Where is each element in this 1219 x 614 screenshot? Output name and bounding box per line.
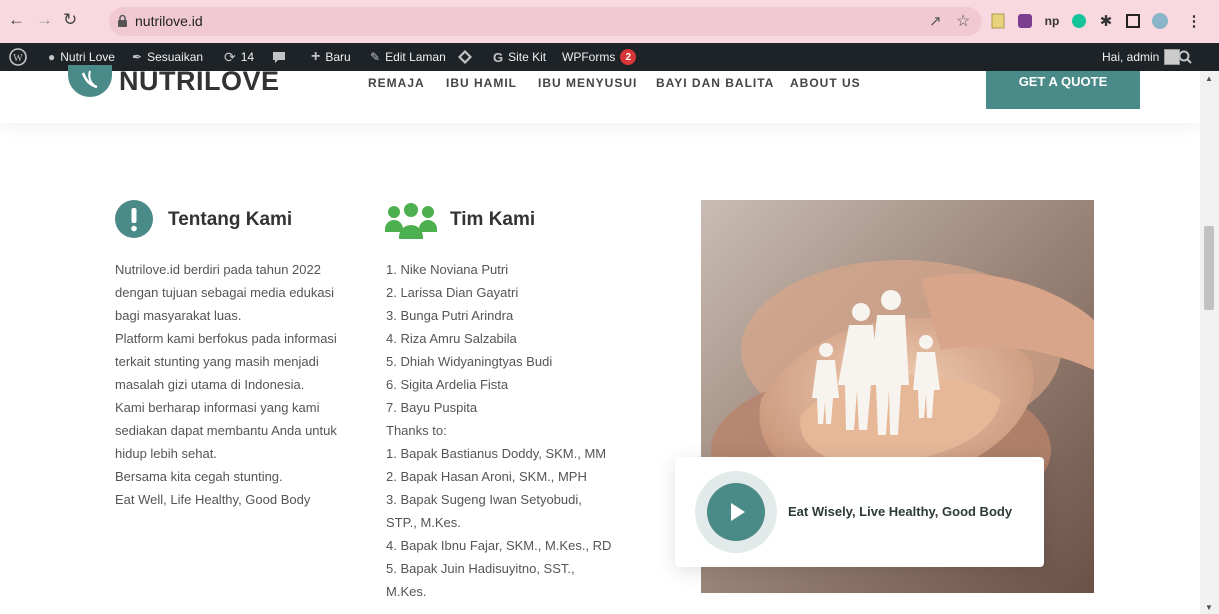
new-label: Baru xyxy=(325,50,351,64)
site-name-label: Nutri Love xyxy=(60,50,115,64)
greeting-label: Hai, admin xyxy=(1102,50,1160,64)
about-line: sediakan dapat membantu Anda untuk xyxy=(115,423,337,438)
team-line: Thanks to: xyxy=(386,423,447,438)
team-group-icon xyxy=(385,203,437,239)
about-title: Tentang Kami xyxy=(168,209,293,230)
video-card: Eat Wisely, Live Healthy, Good Body xyxy=(675,457,1044,567)
wpforms-link[interactable]: WPForms 2 xyxy=(562,43,637,71)
play-icon xyxy=(731,503,745,521)
back-arrow-icon[interactable]: ← xyxy=(8,9,25,31)
url-text: nutrilove.id xyxy=(135,13,203,29)
scroll-down-arrow-icon[interactable]: ▼ xyxy=(1205,603,1213,612)
team-line: 2. Larissa Dian Gayatri xyxy=(386,285,519,300)
team-line: M.Kes. xyxy=(386,584,427,599)
forward-arrow-icon[interactable]: → xyxy=(36,9,53,31)
about-line: Nutrilove.id berdiri pada tahun 2022 xyxy=(115,262,321,277)
nutrilove-logo-icon[interactable] xyxy=(68,65,112,97)
bookmark-star-icon[interactable]: ☆ xyxy=(956,11,970,31)
video-caption: Eat Wisely, Live Healthy, Good Body xyxy=(788,504,1013,519)
address-bar[interactable]: nutrilove.id ↗ ☆ xyxy=(109,7,982,36)
site-kit-link[interactable]: G Site Kit xyxy=(493,43,546,71)
nav-item-ibu-hamil[interactable]: IBU HAMIL xyxy=(446,76,517,90)
search-icon[interactable] xyxy=(1178,43,1192,71)
nav-item-about-us[interactable]: ABOUT US xyxy=(790,76,861,90)
wpforms-label: WPForms xyxy=(562,50,616,64)
site-logo-text[interactable]: NUTRILOVE xyxy=(119,65,280,97)
wpforms-notification-badge: 2 xyxy=(620,49,637,65)
grammarly-icon[interactable] xyxy=(1068,10,1090,32)
exclamation-icon xyxy=(115,200,153,238)
diamond-plugin-icon[interactable] xyxy=(457,43,473,71)
reload-icon[interactable]: ↻ xyxy=(63,9,77,31)
nav-item-ibu-menyusui[interactable]: IBU MENYUSUI xyxy=(538,76,637,90)
svg-text:W: W xyxy=(13,53,23,64)
site-header: NUTRILOVE REMAJA IBU HAMIL IBU MENYUSUI … xyxy=(0,65,1200,123)
play-button-inner xyxy=(707,483,765,541)
about-line: Platform kami berfokus pada informasi xyxy=(115,331,337,346)
notes-extension-icon[interactable] xyxy=(987,10,1009,32)
scroll-up-arrow-icon[interactable]: ▲ xyxy=(1205,74,1213,83)
browser-menu-icon[interactable]: ⋮ xyxy=(1183,10,1205,32)
team-line: 1. Nike Noviana Putri xyxy=(386,262,509,277)
team-line: 7. Bayu Puspita xyxy=(386,400,478,415)
updates-icon: ⟳ xyxy=(224,48,236,65)
team-line: STP., M.Kes. xyxy=(386,515,461,530)
team-line: 3. Bunga Putri Arindra xyxy=(386,308,514,323)
google-g-icon: G xyxy=(493,49,504,65)
site-kit-label: Site Kit xyxy=(508,50,547,64)
team-line: 3. Bapak Sugeng Iwan Setyobudi, xyxy=(386,492,582,507)
page-scrollbar[interactable]: ▲ ▼ xyxy=(1200,71,1219,614)
edit-page-label: Edit Laman xyxy=(385,50,446,64)
updates-count: 14 xyxy=(240,50,255,64)
customize-label: Sesuaikan xyxy=(147,50,204,64)
side-panel-icon[interactable] xyxy=(1122,10,1144,32)
brush-icon: ✒ xyxy=(132,50,143,64)
account-menu[interactable]: Hai, admin xyxy=(1102,43,1181,71)
team-text: 1. Nike Noviana Putri 2. Larissa Dian Ga… xyxy=(386,258,611,603)
pocket-extension-icon[interactable] xyxy=(1014,10,1036,32)
team-title: Tim Kami xyxy=(450,209,536,230)
nav-item-bayi-dan-balita[interactable]: BAYI DAN BALITA xyxy=(656,76,774,90)
about-line: Kami berharap informasi yang kami xyxy=(115,400,320,415)
browser-toolbar: ← → ↻ nutrilove.id ↗ ☆ np ✱ ⋮ xyxy=(0,0,1219,43)
plus-icon: + xyxy=(311,48,321,65)
team-line: 4. Bapak Ibnu Fajar, SKM., M.Kes., RD xyxy=(386,538,612,553)
about-line: dengan tujuan sebagai media edukasi xyxy=(115,285,335,300)
team-line: 1. Bapak Bastianus Doddy, SKM., MM xyxy=(386,446,607,461)
edit-page-link[interactable]: ✎ Edit Laman xyxy=(370,43,446,71)
team-line: 5. Bapak Juin Hadisuyitno, SST., xyxy=(386,561,575,576)
share-icon[interactable]: ↗ xyxy=(929,12,942,30)
about-text: Nutrilove.id berdiri pada tahun 2022 den… xyxy=(115,258,337,511)
wordpress-logo-icon[interactable]: W xyxy=(9,43,27,71)
team-line: 4. Riza Amru Salzabila xyxy=(386,331,517,346)
get-a-quote-button[interactable]: GET A QUOTE xyxy=(986,71,1140,109)
about-line: bagi masyarakat luas. xyxy=(115,308,242,323)
profile-avatar-icon[interactable] xyxy=(1149,10,1171,32)
team-line: 2. Bapak Hasan Aroni, SKM., MPH xyxy=(386,469,587,484)
lock-icon xyxy=(118,14,127,27)
extensions-puzzle-icon[interactable]: ✱ xyxy=(1095,10,1117,32)
scrollbar-thumb[interactable] xyxy=(1204,226,1214,310)
about-line: masalah gizi utama di Indonesia. xyxy=(115,377,305,392)
pencil-icon: ✎ xyxy=(370,50,381,64)
play-button[interactable] xyxy=(695,471,777,553)
nav-item-remaja[interactable]: REMAJA xyxy=(368,76,425,90)
about-line: terkait stunting yang masih menjadi xyxy=(115,354,319,369)
np-extension-icon[interactable]: np xyxy=(1041,10,1063,32)
dashboard-icon: ● xyxy=(48,50,56,64)
about-line: Eat Well, Life Healthy, Good Body xyxy=(115,492,311,507)
about-line: hidup lebih sehat. xyxy=(115,446,217,461)
about-line: Bersama kita cegah stunting. xyxy=(115,469,283,484)
team-line: 6. Sigita Ardelia Fista xyxy=(386,377,509,392)
team-line: 5. Dhiah Widyaningtyas Budi xyxy=(386,354,553,369)
new-content-link[interactable]: + Baru xyxy=(311,43,351,71)
